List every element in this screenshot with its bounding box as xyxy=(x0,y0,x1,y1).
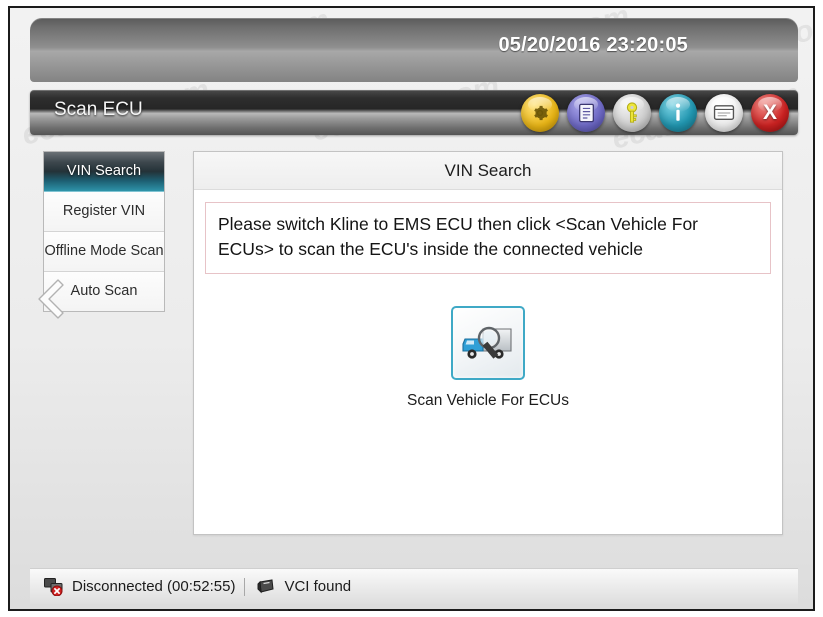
header-bar: 05/20/2016 23:20:05 xyxy=(30,18,798,82)
close-icon[interactable]: X xyxy=(751,93,789,132)
application-window: ecatalog.com ecatalog.com ecatalog.com e… xyxy=(8,6,815,611)
panel-title: VIN Search xyxy=(194,152,782,190)
scan-vehicle-button[interactable] xyxy=(451,305,525,380)
scan-action-group: Scan Vehicle For ECUs xyxy=(194,305,782,410)
connection-status-text: Disconnected (00:52:55) xyxy=(72,578,236,595)
document-icon[interactable] xyxy=(567,93,605,132)
chevron-left-icon[interactable] xyxy=(32,275,68,323)
notice-text: Please switch Kline to EMS ECU then clic… xyxy=(218,214,699,259)
sidebar-item-offline-mode-scan[interactable]: Offline Mode Scan xyxy=(44,232,164,272)
title-bar: Scan ECU X xyxy=(30,90,798,135)
main-body: VIN Search Register VIN Offline Mode Sca… xyxy=(30,142,798,558)
sidebar-item-register-vin[interactable]: Register VIN xyxy=(44,192,164,232)
vci-device-icon xyxy=(257,578,274,593)
window-icon[interactable] xyxy=(705,93,743,132)
vehicle-magnifier-icon xyxy=(462,326,512,359)
vci-status: VCI found xyxy=(256,578,351,596)
close-icon-label: X xyxy=(762,101,777,124)
clock-display: 05/20/2016 23:20:05 xyxy=(498,34,688,56)
sidebar-item-vin-search[interactable]: VIN Search xyxy=(44,152,164,192)
status-divider xyxy=(244,577,246,596)
connection-status: Disconnected (00:52:55) xyxy=(44,577,236,596)
key-icon[interactable] xyxy=(613,93,651,132)
settings-gear-icon[interactable] xyxy=(521,93,559,132)
scan-vehicle-button-label: Scan Vehicle For ECUs xyxy=(407,391,569,409)
info-icon[interactable] xyxy=(659,93,697,132)
page-title: Scan ECU xyxy=(54,99,143,120)
status-bar: Disconnected (00:52:55) VCI found xyxy=(30,568,798,604)
content-panel: VIN Search Please switch Kline to EMS EC… xyxy=(193,151,783,535)
network-disconnected-icon xyxy=(44,577,63,596)
toolbar: X xyxy=(521,92,789,133)
vci-status-text: VCI found xyxy=(284,578,352,595)
notice-box: Please switch Kline to EMS ECU then clic… xyxy=(205,202,771,274)
